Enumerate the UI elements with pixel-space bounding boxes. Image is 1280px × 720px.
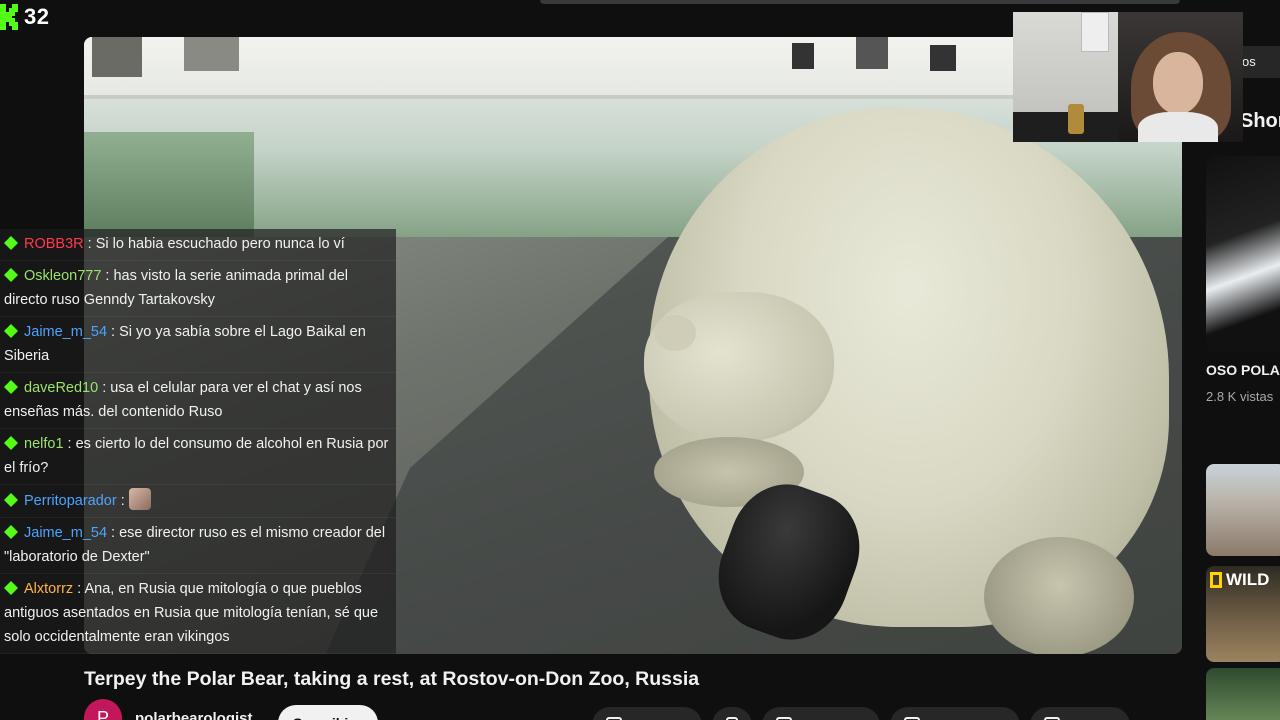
shorts-heading: Shor bbox=[1240, 110, 1280, 132]
streamer-face bbox=[1153, 52, 1203, 114]
chat-overlay: ROBB3R : Si lo habia escuchado pero nunc… bbox=[0, 229, 396, 654]
subscribe-button[interactable]: Suscribirse bbox=[278, 705, 378, 720]
channel-row: P polarbearologist bbox=[84, 699, 253, 720]
chat-message: nelfo1 : es cierto lo del consumo de alc… bbox=[0, 429, 396, 485]
short-title[interactable]: OSO POLA bbox=[1206, 362, 1280, 378]
download-button[interactable] bbox=[890, 707, 1020, 720]
streamer-webcam bbox=[1013, 12, 1243, 142]
kick-badge-icon bbox=[4, 525, 18, 539]
kick-badge-icon bbox=[4, 493, 18, 507]
chat-message: Alxtorrz : Ana, en Rusia que mitología o… bbox=[0, 574, 396, 654]
chat-username[interactable]: nelfo1 bbox=[24, 436, 64, 452]
channel-name[interactable]: polarbearologist bbox=[135, 710, 253, 720]
natgeo-logo-icon bbox=[1210, 572, 1222, 588]
chat-message: Oskleon777 : has visto la serie animada … bbox=[0, 261, 396, 317]
like-button[interactable] bbox=[592, 707, 702, 720]
kick-badge-icon bbox=[4, 436, 18, 450]
kick-badge-icon bbox=[4, 581, 18, 595]
video-thumbnail[interactable] bbox=[1206, 464, 1280, 556]
kick-badge-icon bbox=[4, 380, 18, 394]
chat-username[interactable]: Alxtorrz bbox=[24, 581, 73, 597]
thumbnail-label: WILD bbox=[1210, 570, 1269, 590]
channel-avatar[interactable]: P bbox=[84, 699, 122, 720]
chat-username[interactable]: Perritoparador bbox=[24, 493, 117, 509]
chat-text: Si lo habia escuchado pero nunca lo ví bbox=[95, 236, 345, 252]
kick-logo-icon bbox=[0, 4, 18, 30]
clip-button[interactable] bbox=[1030, 707, 1130, 720]
chat-username[interactable]: daveRed10 bbox=[24, 380, 98, 396]
save-button[interactable] bbox=[712, 707, 752, 720]
video-title: Terpey the Polar Bear, taking a rest, at… bbox=[84, 668, 700, 690]
video-thumbnail[interactable] bbox=[1206, 668, 1280, 720]
chat-message: daveRed10 : usa el celular para ver el c… bbox=[0, 373, 396, 429]
kick-badge-icon bbox=[4, 268, 18, 282]
short-views: 2.8 K vistas bbox=[1206, 389, 1274, 404]
recommendations-sidebar: os Shor OSO POLA 2.8 K vistas WILD bbox=[1206, 40, 1280, 720]
chat-message: ROBB3R : Si lo habia escuchado pero nunc… bbox=[0, 229, 396, 261]
cat-emote-icon bbox=[128, 488, 151, 510]
chat-username[interactable]: Jaime_m_54 bbox=[24, 525, 107, 541]
top-bar bbox=[540, 0, 1180, 4]
chat-message: Perritoparador : bbox=[0, 485, 396, 518]
kick-badge-icon bbox=[4, 236, 18, 250]
share-button[interactable] bbox=[762, 707, 880, 720]
chat-username[interactable]: Jaime_m_54 bbox=[24, 324, 107, 340]
viewer-counter: 32 bbox=[0, 2, 49, 32]
calendar-icon bbox=[1081, 12, 1109, 52]
kick-badge-icon bbox=[4, 324, 18, 338]
video-actions bbox=[592, 707, 1130, 720]
chat-username[interactable]: Oskleon777 bbox=[24, 268, 101, 284]
chat-username[interactable]: ROBB3R bbox=[24, 236, 84, 252]
chat-message: Jaime_m_54 : Si yo ya sabía sobre el Lag… bbox=[0, 317, 396, 373]
chat-message: Jaime_m_54 : ese director ruso es el mis… bbox=[0, 518, 396, 574]
short-thumbnail[interactable] bbox=[1206, 156, 1280, 352]
viewer-count: 32 bbox=[24, 4, 50, 29]
